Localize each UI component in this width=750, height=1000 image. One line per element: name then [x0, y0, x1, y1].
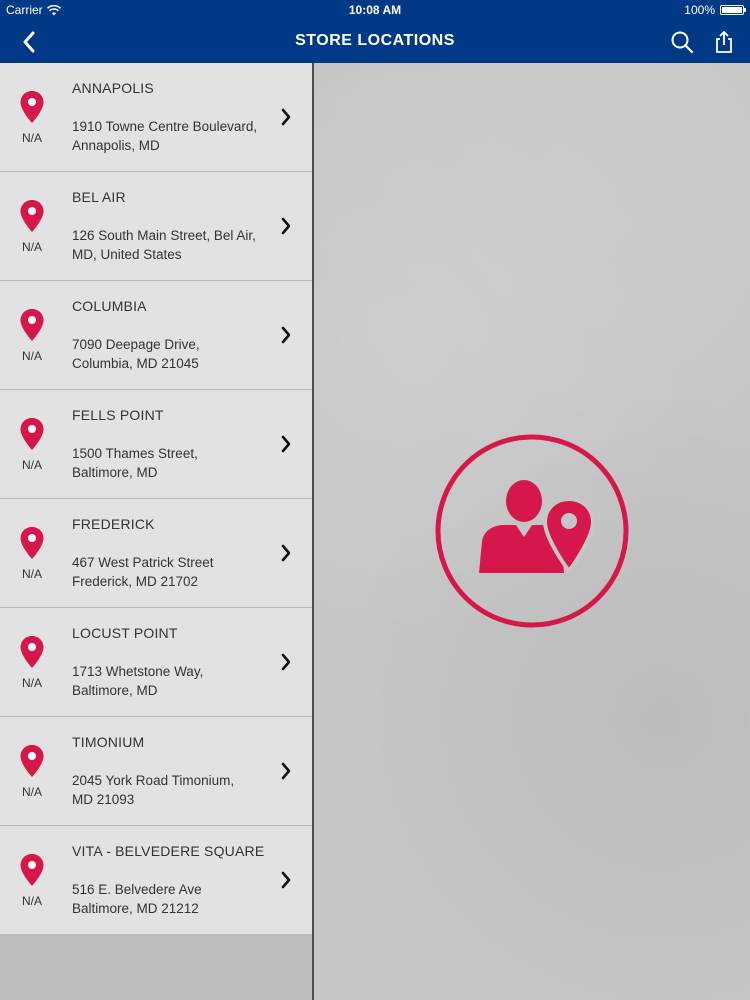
map-pin-icon — [20, 200, 44, 232]
store-address-line2: Columbia, MD 21045 — [72, 356, 199, 371]
store-address-line2: MD 21093 — [72, 792, 135, 807]
chevron-right-icon — [281, 326, 291, 344]
store-distance: N/A — [21, 894, 42, 908]
store-list-item-columbia[interactable]: N/A COLUMBIA 7090 Deepage Drive, Columbi… — [0, 281, 312, 390]
store-distance: N/A — [21, 349, 42, 363]
store-address-line1: 467 West Patrick Street — [72, 555, 214, 570]
map-pin-icon — [20, 745, 44, 777]
store-list-item-bel-air[interactable]: N/A BEL AIR 126 South Main Street, Bel A… — [0, 172, 312, 281]
store-distance: N/A — [21, 131, 42, 145]
store-address-line2: Baltimore, MD 21212 — [72, 901, 199, 916]
page-title: STORE LOCATIONS — [295, 32, 455, 49]
map-pin-icon — [20, 418, 44, 450]
share-icon — [716, 31, 732, 53]
detail-pane — [314, 63, 750, 1000]
store-address-line1: 516 E. Belvedere Ave — [72, 882, 202, 897]
search-button[interactable] — [668, 28, 696, 56]
store-name: COLUMBIA — [72, 298, 147, 314]
store-distance: N/A — [21, 567, 42, 581]
chevron-right-icon — [281, 217, 291, 235]
store-list-item-fells-point[interactable]: N/A FELLS POINT 1500 Thames Street, Balt… — [0, 390, 312, 499]
store-list: N/A ANNAPOLIS 1910 Towne Centre Boulevar… — [0, 63, 312, 1000]
chevron-right-icon — [281, 108, 291, 126]
store-name: ANNAPOLIS — [72, 80, 154, 96]
store-address-line2: Annapolis, MD — [72, 138, 160, 153]
status-time: 10:08 AM — [348, 3, 402, 17]
share-button[interactable] — [710, 28, 738, 56]
chevron-right-icon — [281, 544, 291, 562]
status-bar: Carrier 10:08 AM 100% — [0, 0, 750, 20]
store-name: FELLS POINT — [72, 407, 164, 423]
battery-percent: 100% — [684, 3, 715, 17]
chevron-right-icon — [281, 435, 291, 453]
store-address-line1: 1910 Towne Centre Boulevard, — [72, 119, 258, 134]
chevron-right-icon — [281, 653, 291, 671]
store-address-line2: Baltimore, MD — [72, 683, 158, 698]
store-list-item-vita-belvedere-square[interactable]: N/A VITA - BELVEDERE SQUARE 516 E. Belve… — [0, 826, 312, 935]
store-distance: N/A — [21, 785, 42, 799]
store-list-item-frederick[interactable]: N/A FREDERICK 467 West Patrick Street Fr… — [0, 499, 312, 608]
store-distance: N/A — [21, 676, 42, 690]
store-address-line1: 7090 Deepage Drive, — [72, 337, 200, 352]
store-address-line2: Baltimore, MD — [72, 465, 158, 480]
search-icon — [671, 31, 694, 54]
store-address-line1: 126 South Main Street, Bel Air, — [72, 228, 256, 243]
store-name: BEL AIR — [72, 189, 126, 205]
navigation-bar: STORE LOCATIONS — [0, 20, 750, 63]
map-pin-icon — [20, 91, 44, 123]
map-pin-icon — [20, 527, 44, 559]
store-name: TIMONIUM — [72, 734, 145, 750]
store-list-item-locust-point[interactable]: N/A LOCUST POINT 1713 Whetstone Way, Bal… — [0, 608, 312, 717]
map-pin-icon — [20, 636, 44, 668]
status-right: 100% — [684, 3, 746, 17]
store-name: FREDERICK — [72, 516, 155, 532]
map-pin-icon — [20, 854, 44, 886]
store-name: LOCUST POINT — [72, 625, 178, 641]
store-address-line1: 2045 York Road Timonium, — [72, 773, 235, 788]
map-pin-icon — [20, 309, 44, 341]
store-address-line2: Frederick, MD 21702 — [72, 574, 199, 589]
store-address-line1: 1713 Whetstone Way, — [72, 664, 204, 679]
store-address-line2: MD, United States — [72, 247, 182, 262]
store-distance: N/A — [21, 458, 42, 472]
store-list-item-timonium[interactable]: N/A TIMONIUM 2045 York Road Timonium, MD… — [0, 717, 312, 826]
app-window: Carrier 10:08 AM 100% STORE LOCATIONS N/… — [0, 0, 750, 1000]
chevron-right-icon — [281, 871, 291, 889]
store-name: VITA - BELVEDERE SQUARE — [72, 843, 265, 859]
store-address-line1: 1500 Thames Street, — [72, 446, 198, 461]
person-location-icon — [435, 434, 629, 628]
store-distance: N/A — [21, 240, 42, 254]
chevron-right-icon — [281, 762, 291, 780]
store-list-item-annapolis[interactable]: N/A ANNAPOLIS 1910 Towne Centre Boulevar… — [0, 63, 312, 172]
battery-icon — [720, 5, 746, 15]
